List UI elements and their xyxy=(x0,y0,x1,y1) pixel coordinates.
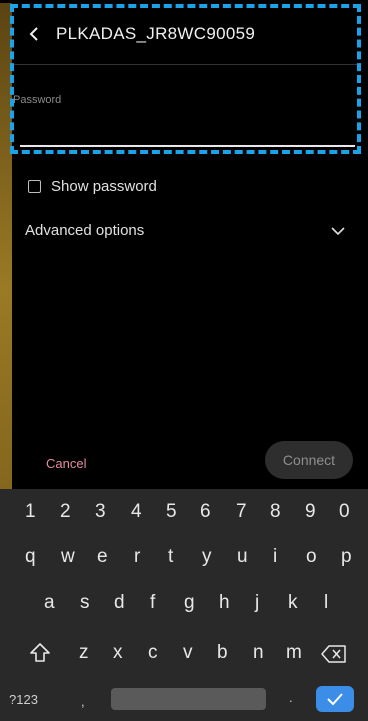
show-password-checkbox[interactable] xyxy=(28,179,41,193)
key-z[interactable]: z xyxy=(79,633,89,673)
key-q[interactable]: q xyxy=(25,537,36,577)
key-k[interactable]: k xyxy=(288,583,298,623)
key-a[interactable]: a xyxy=(44,583,55,623)
network-title: PLKADAS_JR8WC90059 xyxy=(56,24,256,43)
key-v[interactable]: v xyxy=(183,633,193,673)
key-4[interactable]: 4 xyxy=(131,492,142,532)
letter-row-1: q w e r t y u i o p xyxy=(0,537,368,577)
key-0[interactable]: 0 xyxy=(339,492,350,532)
key-6[interactable]: 6 xyxy=(200,492,211,532)
key-7[interactable]: 7 xyxy=(236,492,247,532)
key-p[interactable]: p xyxy=(341,537,352,577)
keyboard: 1 2 3 4 5 6 7 8 9 0 q w e r t y u i o p … xyxy=(0,489,368,721)
letter-row-3: z x c v b n m xyxy=(0,633,368,673)
chevron-down-icon xyxy=(331,227,345,236)
key-2[interactable]: 2 xyxy=(60,492,71,532)
letter-row-2: a s d f g h j k l xyxy=(0,583,368,623)
password-input[interactable] xyxy=(20,110,359,146)
key-5[interactable]: 5 xyxy=(166,492,177,532)
key-1[interactable]: 1 xyxy=(25,492,36,532)
key-n[interactable]: n xyxy=(253,633,264,673)
key-l[interactable]: l xyxy=(324,583,328,623)
number-row: 1 2 3 4 5 6 7 8 9 0 xyxy=(0,492,368,532)
key-u[interactable]: u xyxy=(237,537,248,577)
key-j[interactable]: j xyxy=(255,583,259,623)
key-r[interactable]: r xyxy=(134,537,140,577)
key-9[interactable]: 9 xyxy=(305,492,316,532)
key-s[interactable]: s xyxy=(80,583,90,623)
key-h[interactable]: h xyxy=(219,583,230,623)
shift-icon[interactable] xyxy=(29,642,51,664)
space-key[interactable] xyxy=(111,688,266,710)
back-arrow-icon[interactable] xyxy=(26,26,42,42)
checkmark-icon xyxy=(327,693,343,706)
header-divider xyxy=(12,64,357,65)
key-o[interactable]: o xyxy=(306,537,317,577)
advanced-options-label: Advanced options xyxy=(25,222,145,239)
key-3[interactable]: 3 xyxy=(95,492,106,532)
key-x[interactable]: x xyxy=(113,633,123,673)
key-d[interactable]: d xyxy=(114,583,125,623)
symbols-key[interactable]: ?123 xyxy=(9,679,38,719)
comma-key[interactable]: , xyxy=(81,681,85,721)
key-y[interactable]: y xyxy=(202,537,212,577)
key-t[interactable]: t xyxy=(168,537,173,577)
header: PLKADAS_JR8WC90059 xyxy=(12,0,357,64)
backspace-icon[interactable] xyxy=(321,644,347,664)
key-b[interactable]: b xyxy=(217,633,228,673)
show-password-row[interactable]: Show password xyxy=(28,176,157,196)
key-e[interactable]: e xyxy=(97,537,108,577)
key-g[interactable]: g xyxy=(184,583,195,623)
key-c[interactable]: c xyxy=(148,633,158,673)
show-password-label: Show password xyxy=(51,177,157,195)
key-8[interactable]: 8 xyxy=(270,492,281,532)
key-f[interactable]: f xyxy=(150,583,155,623)
password-label: Password xyxy=(13,94,62,106)
password-underline xyxy=(20,145,355,147)
enter-key[interactable] xyxy=(316,686,354,712)
cancel-button[interactable]: Cancel xyxy=(46,456,86,471)
key-m[interactable]: m xyxy=(286,633,302,673)
key-i[interactable]: i xyxy=(273,537,277,577)
period-key[interactable]: . xyxy=(289,677,293,717)
connect-button[interactable]: Connect xyxy=(265,441,353,479)
advanced-options-row[interactable]: Advanced options xyxy=(25,222,345,242)
key-w[interactable]: w xyxy=(61,537,75,577)
